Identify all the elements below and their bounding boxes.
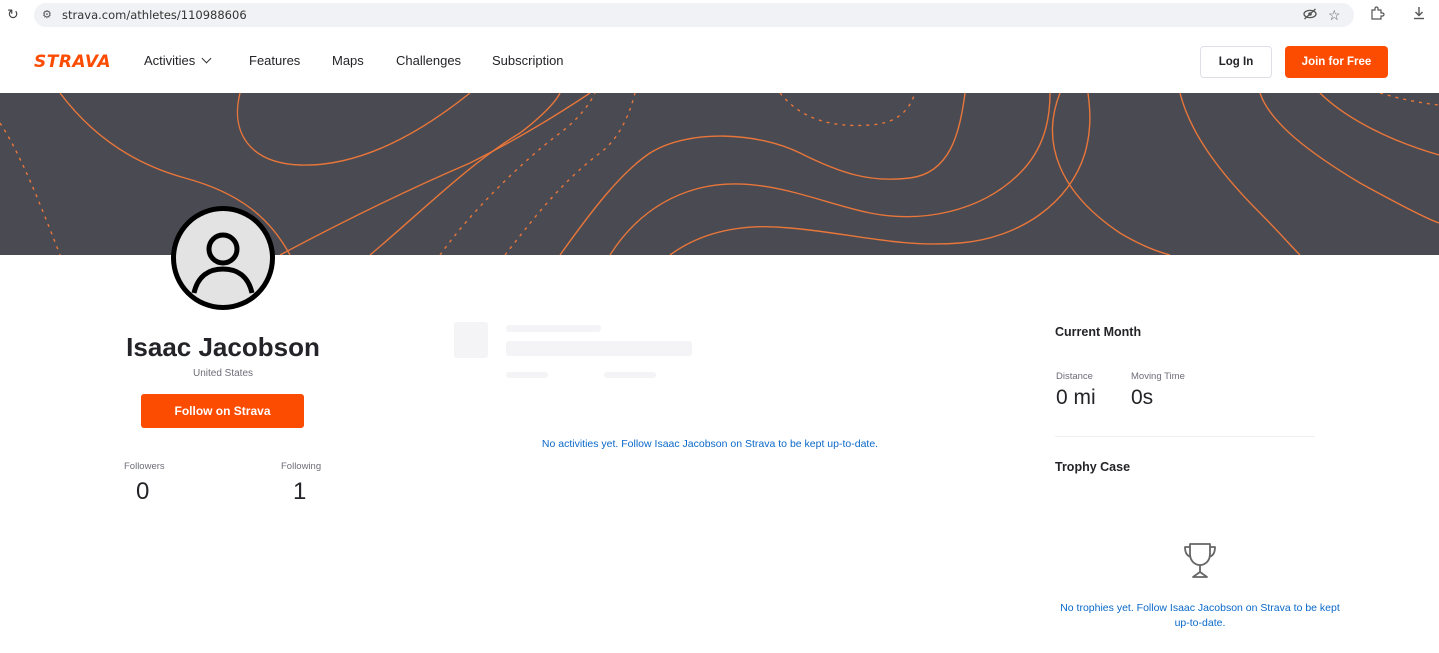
url-text[interactable]: strava.com/athletes/110988606 — [62, 7, 247, 23]
following-label: Following — [281, 461, 322, 472]
chevron-down-icon — [201, 53, 212, 64]
download-icon[interactable] — [1411, 5, 1427, 25]
current-month-title: Current Month — [1055, 325, 1142, 339]
strava-logo[interactable]: STRAVA — [34, 52, 111, 72]
skeleton-line — [506, 341, 692, 356]
nav-challenges[interactable]: Challenges — [396, 53, 461, 69]
skeleton-line — [604, 372, 656, 378]
address-bar[interactable]: ⚙ strava.com/athletes/110988606 ☆ — [34, 3, 1354, 27]
site-info-icon[interactable]: ⚙ — [42, 7, 52, 23]
no-activities-message[interactable]: No activities yet. Follow Isaac Jacobson… — [420, 438, 1000, 450]
eye-off-icon[interactable] — [1302, 6, 1318, 26]
followers-count[interactable]: 0 — [136, 478, 149, 506]
nav-features[interactable]: Features — [249, 53, 300, 69]
trophy-case-title: Trophy Case — [1055, 460, 1131, 474]
nav-activities[interactable]: Activities — [144, 53, 212, 69]
divider — [1055, 436, 1315, 437]
star-icon[interactable]: ☆ — [1328, 6, 1341, 24]
skeleton-line — [506, 372, 548, 378]
moving-time-value: 0s — [1131, 386, 1154, 409]
no-trophies-message[interactable]: No trophies yet. Follow Isaac Jacobson o… — [1055, 601, 1345, 631]
extensions-icon[interactable] — [1369, 5, 1385, 25]
following-count[interactable]: 1 — [293, 478, 306, 506]
skeleton-avatar — [454, 322, 488, 358]
follow-button[interactable]: Follow on Strava — [141, 394, 304, 428]
join-button[interactable]: Join for Free — [1285, 46, 1388, 78]
followers-label: Followers — [124, 461, 165, 472]
distance-label: Distance — [1056, 371, 1093, 382]
nav-subscription[interactable]: Subscription — [492, 53, 564, 69]
nav-maps[interactable]: Maps — [332, 53, 364, 69]
trophy-icon — [1184, 543, 1216, 578]
nav-activities-label: Activities — [144, 53, 196, 68]
skeleton-line — [506, 325, 601, 332]
reload-icon[interactable]: ↻ — [7, 6, 21, 22]
moving-time-label: Moving Time — [1131, 371, 1185, 382]
athlete-name: Isaac Jacobson — [126, 332, 320, 362]
athlete-location: United States — [192, 368, 254, 379]
user-icon — [191, 232, 255, 294]
avatar — [171, 206, 275, 310]
distance-value: 0 mi — [1056, 386, 1096, 409]
site-header: STRAVA Activities Features Maps Challeng… — [0, 30, 1439, 93]
browser-toolbar: ↻ ⚙ strava.com/athletes/110988606 ☆ — [0, 0, 1439, 30]
login-button[interactable]: Log In — [1200, 46, 1272, 78]
avatar-placeholder — [176, 211, 270, 305]
